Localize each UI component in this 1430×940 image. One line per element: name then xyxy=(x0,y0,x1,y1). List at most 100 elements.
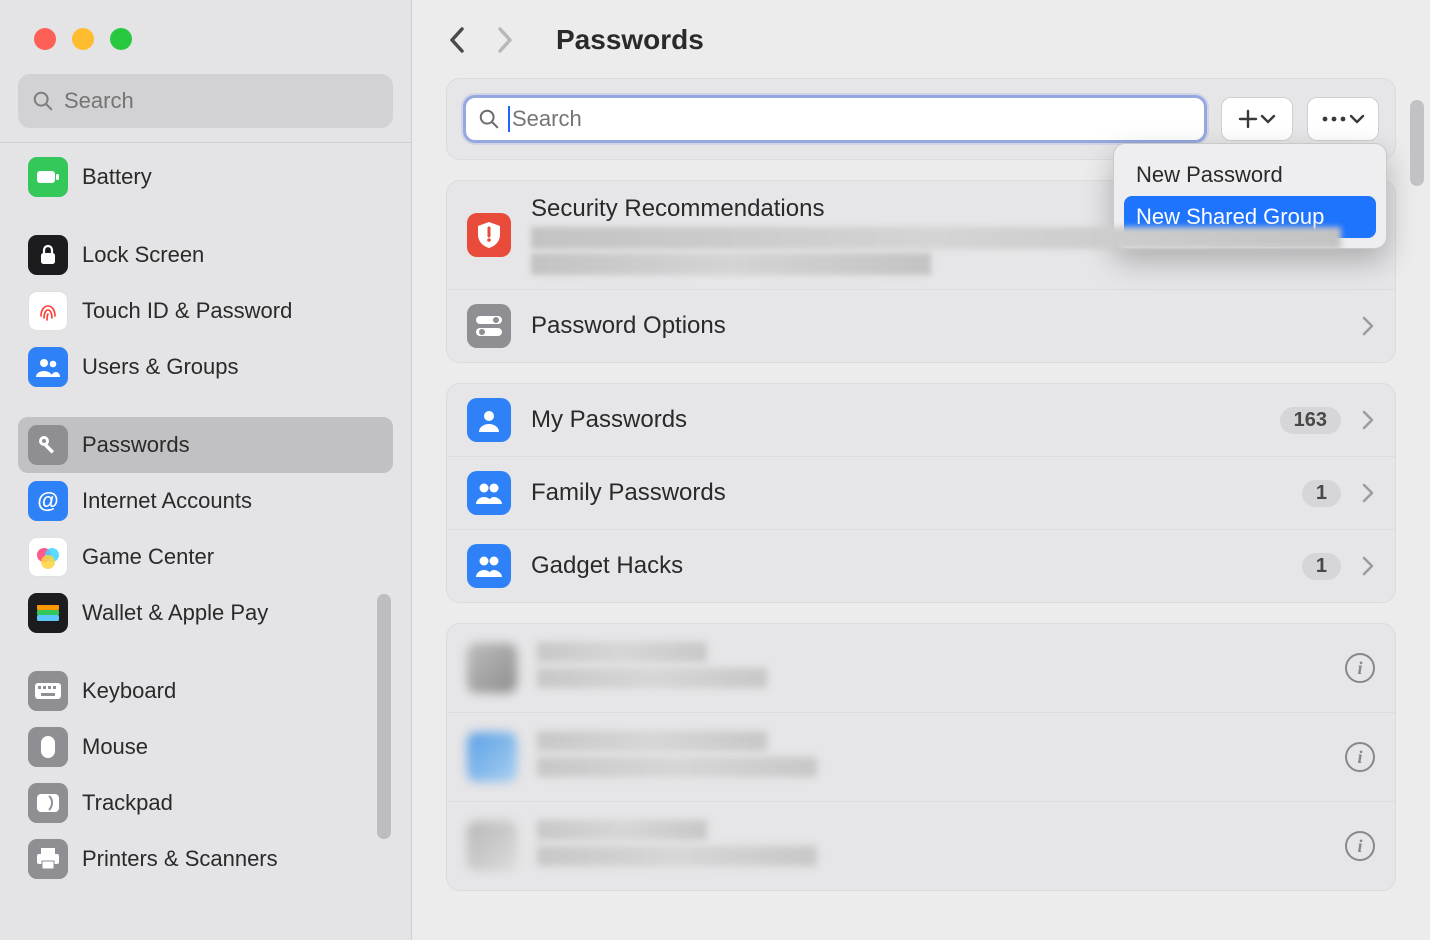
redacted-entry-text xyxy=(537,642,1325,694)
sidebar-item-game-center[interactable]: Game Center xyxy=(18,529,393,585)
person-icon xyxy=(467,398,511,442)
sidebar-item-label: Mouse xyxy=(82,734,148,760)
users-icon xyxy=(28,347,68,387)
row-title: Family Passwords xyxy=(531,479,1282,507)
chevron-down-icon xyxy=(1349,113,1365,125)
main-search-input[interactable] xyxy=(512,106,1192,132)
sidebar-item-label: Battery xyxy=(82,164,152,190)
people-icon xyxy=(467,544,511,588)
maximize-window-button[interactable] xyxy=(110,28,132,50)
sidebar-item-lock-screen[interactable]: Lock Screen xyxy=(18,227,393,283)
main-scrollbar[interactable] xyxy=(1410,100,1424,186)
game-center-icon xyxy=(28,537,68,577)
sidebar-item-label: Lock Screen xyxy=(82,242,204,268)
keyboard-icon xyxy=(28,671,68,711)
info-button[interactable]: i xyxy=(1345,831,1375,861)
password-entry[interactable]: i xyxy=(447,624,1395,712)
wallet-icon xyxy=(28,593,68,633)
text-cursor xyxy=(508,106,510,132)
battery-icon xyxy=(28,157,68,197)
sidebar-item-label: Printers & Scanners xyxy=(82,846,278,872)
chevron-right-icon xyxy=(1361,409,1375,431)
people-icon xyxy=(467,471,511,515)
site-favicon xyxy=(467,732,517,782)
row-my-passwords[interactable]: My Passwords 163 xyxy=(447,384,1395,456)
ellipsis-icon xyxy=(1321,115,1347,123)
row-gadget-hacks[interactable]: Gadget Hacks 1 xyxy=(447,529,1395,602)
trackpad-icon xyxy=(28,783,68,823)
mouse-icon xyxy=(28,727,68,767)
menu-item-new-password[interactable]: New Password xyxy=(1124,154,1376,196)
sidebar-item-trackpad[interactable]: Trackpad xyxy=(18,775,393,831)
toggle-icon xyxy=(467,304,511,348)
search-icon xyxy=(478,108,500,130)
toolbar-panel: New Password New Shared Group xyxy=(446,78,1396,160)
row-title: Password Options xyxy=(531,312,1341,340)
sidebar-item-label: Game Center xyxy=(82,544,214,570)
sidebar-item-label: Wallet & Apple Pay xyxy=(82,600,268,626)
password-entry[interactable]: i xyxy=(447,712,1395,801)
close-window-button[interactable] xyxy=(34,28,56,50)
fingerprint-icon xyxy=(28,291,68,331)
plus-icon xyxy=(1238,109,1258,129)
sidebar-item-label: Touch ID & Password xyxy=(82,298,292,324)
site-favicon xyxy=(467,643,517,693)
sidebar-item-label: Internet Accounts xyxy=(82,488,252,514)
chevron-down-icon xyxy=(1260,113,1276,125)
nav-back-button[interactable] xyxy=(446,25,468,55)
lock-icon xyxy=(28,235,68,275)
sidebar-list: Battery Lock Screen Touch ID & Password xyxy=(0,142,411,940)
at-icon: @ xyxy=(28,481,68,521)
sidebar-search-field[interactable] xyxy=(18,74,393,128)
window-controls xyxy=(0,0,411,50)
password-entry[interactable]: i xyxy=(447,801,1395,890)
key-icon xyxy=(28,425,68,465)
count-badge: 1 xyxy=(1302,480,1341,507)
sidebar-scrollbar[interactable] xyxy=(377,594,391,839)
sidebar-item-label: Users & Groups xyxy=(82,354,239,380)
redacted-entry-text xyxy=(537,731,1325,783)
sidebar-item-label: Passwords xyxy=(82,432,190,458)
redacted-entry-text xyxy=(537,820,1325,872)
sidebar-item-label: Trackpad xyxy=(82,790,173,816)
info-button[interactable]: i xyxy=(1345,742,1375,772)
sidebar-item-touch-id[interactable]: Touch ID & Password xyxy=(18,283,393,339)
row-title: Gadget Hacks xyxy=(531,552,1282,580)
sidebar-item-passwords[interactable]: Passwords xyxy=(18,417,393,473)
sidebar-search-input[interactable] xyxy=(64,88,379,114)
row-password-options[interactable]: Password Options xyxy=(447,289,1395,362)
sidebar-item-mouse[interactable]: Mouse xyxy=(18,719,393,775)
shield-alert-icon xyxy=(467,213,511,257)
count-badge: 163 xyxy=(1280,407,1341,434)
entries-panel: i i i xyxy=(446,623,1396,891)
more-button[interactable] xyxy=(1307,97,1379,141)
sidebar-item-printers[interactable]: Printers & Scanners xyxy=(18,831,393,887)
redacted-subtitle xyxy=(531,227,1341,249)
printer-icon xyxy=(28,839,68,879)
svg-text:@: @ xyxy=(37,488,58,513)
minimize-window-button[interactable] xyxy=(72,28,94,50)
site-favicon xyxy=(467,821,517,871)
groups-panel: My Passwords 163 Family Passwords 1 Gadg… xyxy=(446,383,1396,603)
sidebar-item-keyboard[interactable]: Keyboard xyxy=(18,663,393,719)
redacted-subtitle xyxy=(531,253,931,275)
sidebar-item-users-groups[interactable]: Users & Groups xyxy=(18,339,393,395)
chevron-right-icon xyxy=(1361,315,1375,337)
nav-forward-button[interactable] xyxy=(494,25,516,55)
sidebar-item-wallet[interactable]: Wallet & Apple Pay xyxy=(18,585,393,641)
page-title: Passwords xyxy=(556,24,704,56)
sidebar: Battery Lock Screen Touch ID & Password xyxy=(0,0,412,940)
search-icon xyxy=(32,90,54,112)
add-button[interactable] xyxy=(1221,97,1293,141)
sidebar-item-battery[interactable]: Battery xyxy=(18,149,393,205)
main-content: Passwords xyxy=(412,0,1430,940)
chevron-right-icon xyxy=(1361,555,1375,577)
count-badge: 1 xyxy=(1302,553,1341,580)
header: Passwords xyxy=(446,24,1396,56)
chevron-right-icon xyxy=(1361,482,1375,504)
row-family-passwords[interactable]: Family Passwords 1 xyxy=(447,456,1395,529)
sidebar-item-internet-accounts[interactable]: @ Internet Accounts xyxy=(18,473,393,529)
sidebar-item-label: Keyboard xyxy=(82,678,176,704)
main-search-field[interactable] xyxy=(463,95,1207,143)
info-button[interactable]: i xyxy=(1345,653,1375,683)
